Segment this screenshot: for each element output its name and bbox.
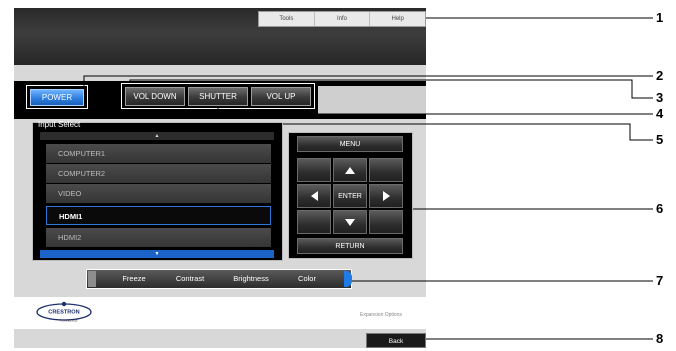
shutter-button[interactable]: SHUTTER — [188, 87, 248, 106]
tab-scroll-left-button[interactable] — [88, 271, 96, 287]
input-item-hdmi2[interactable]: HDMI2 — [46, 228, 271, 247]
callout-8: 8 — [656, 331, 664, 346]
crestron-logo-text: CRESTRON — [48, 310, 79, 316]
input-select-title: Input Select — [38, 120, 81, 129]
crestron-logo: CRESTRON connected — [36, 301, 92, 323]
return-button[interactable]: RETURN — [297, 238, 403, 254]
callout-7: 7 — [656, 273, 664, 288]
left-arrow-icon — [310, 191, 318, 201]
pad-blank-top-left — [297, 158, 331, 182]
function-tab-bar: Freeze Contrast Brightness Color — [86, 269, 352, 289]
top-menu: Tools Info Help — [258, 11, 426, 27]
power-button[interactable]: POWER — [30, 89, 84, 106]
crestron-logo-sub: connected — [61, 318, 79, 323]
input-item-hdmi1[interactable]: HDMI1 — [46, 206, 271, 225]
pad-blank-bottom-left — [297, 210, 331, 234]
vol-down-button[interactable]: VOL DOWN — [125, 87, 185, 106]
enter-button[interactable]: ENTER — [333, 184, 367, 208]
vol-up-button[interactable]: VOL UP — [251, 87, 311, 106]
tab-scroll-right-button[interactable] — [344, 271, 352, 287]
tab-contrast[interactable]: Contrast — [163, 270, 217, 288]
callout-6: 6 — [656, 201, 664, 216]
scroll-down-button[interactable]: ▼ — [40, 250, 274, 258]
button-bar-spacer — [318, 86, 426, 114]
left-arrow-button[interactable] — [297, 184, 331, 208]
top-menu-tools[interactable]: Tools — [259, 12, 314, 26]
input-item-video[interactable]: VIDEO — [46, 184, 271, 203]
expansion-options-link[interactable]: Expansion Options — [360, 312, 402, 318]
input-item-computer2[interactable]: COMPUTER2 — [46, 164, 271, 183]
top-menu-info[interactable]: Info — [313, 12, 370, 26]
back-button[interactable]: Back — [366, 333, 426, 348]
top-menu-help[interactable]: Help — [369, 12, 425, 26]
callout-2: 2 — [656, 68, 664, 83]
right-arrow-icon — [382, 191, 390, 201]
menu-button[interactable]: MENU — [297, 136, 403, 152]
down-arrow-button[interactable] — [333, 210, 367, 234]
callout-5: 5 — [656, 132, 664, 147]
pad-blank-bottom-right — [369, 210, 403, 234]
up-arrow-button[interactable] — [333, 158, 367, 182]
callout-4: 4 — [656, 106, 664, 121]
callout-3: 3 — [656, 90, 664, 105]
tab-freeze[interactable]: Freeze — [107, 270, 161, 288]
tab-color[interactable]: Color — [285, 270, 329, 288]
up-arrow-icon — [345, 166, 355, 174]
scroll-up-button[interactable]: ▲ — [40, 132, 274, 140]
callout-1: 1 — [656, 10, 664, 25]
down-arrow-icon — [345, 218, 355, 226]
tab-brightness[interactable]: Brightness — [219, 270, 283, 288]
right-arrow-button[interactable] — [369, 184, 403, 208]
pad-blank-top-right — [369, 158, 403, 182]
input-item-computer1[interactable]: COMPUTER1 — [46, 144, 271, 163]
